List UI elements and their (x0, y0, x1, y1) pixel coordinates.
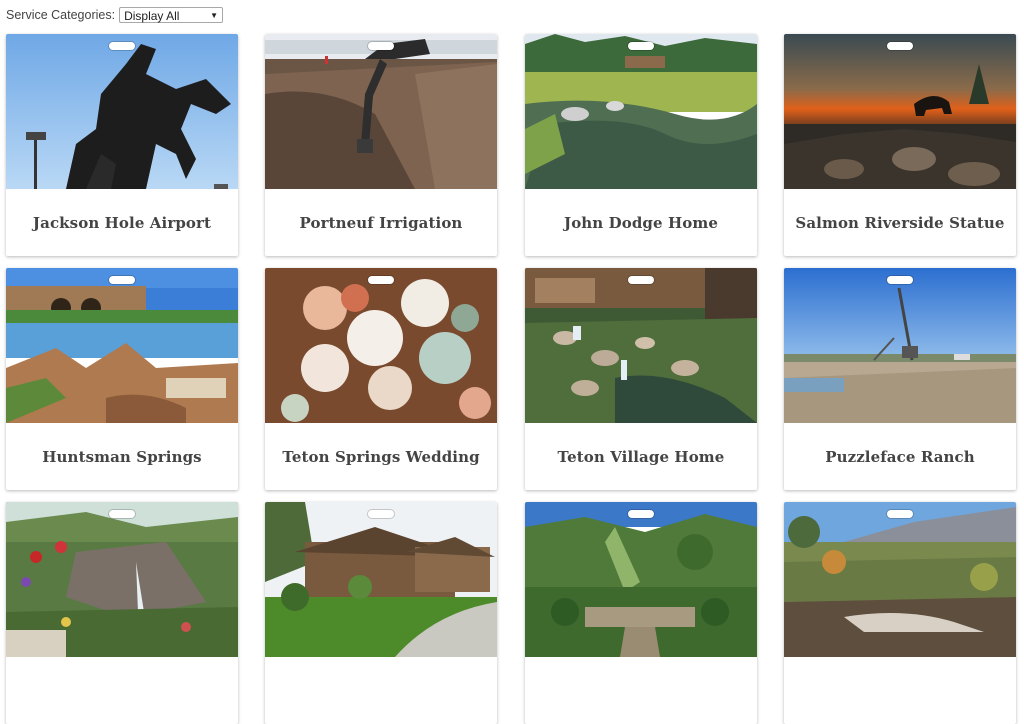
project-title (265, 657, 497, 724)
project-photo (525, 502, 757, 657)
filter-label: Service Categories: (6, 8, 116, 22)
card-tab-notch (109, 42, 135, 50)
card-tab-notch (887, 510, 913, 518)
dropdown-arrow-icon: ▼ (210, 11, 219, 20)
card-tab-notch (109, 276, 135, 284)
project-card[interactable]: Portneuf Irrigation (265, 34, 497, 256)
project-photo (784, 268, 1016, 423)
card-tab-notch (368, 276, 394, 284)
project-title (784, 657, 1016, 724)
project-photo (525, 34, 757, 189)
project-card[interactable] (784, 502, 1016, 724)
project-photo (265, 34, 497, 189)
project-title: Teton Springs Wedding (282, 447, 480, 466)
project-photo (6, 502, 238, 657)
project-photo (265, 268, 497, 423)
card-tab-notch (887, 276, 913, 284)
project-card[interactable] (6, 502, 238, 724)
category-select[interactable]: Display All ▼ (119, 7, 224, 23)
project-title: Jackson Hole Airport (32, 213, 212, 232)
project-card[interactable]: John Dodge Home (525, 34, 757, 256)
project-card[interactable] (525, 502, 757, 724)
project-card[interactable]: Huntsman Springs (6, 268, 238, 490)
project-card[interactable]: Jackson Hole Airport (6, 34, 238, 256)
project-card[interactable]: Teton Village Home (525, 268, 757, 490)
project-card[interactable]: Puzzleface Ranch (784, 268, 1016, 490)
project-title: Salmon Riverside Statue (795, 213, 1005, 232)
card-tab-notch (109, 510, 135, 518)
project-title (6, 657, 238, 724)
card-tab-notch (628, 276, 654, 284)
project-card[interactable]: Salmon Riverside Statue (784, 34, 1016, 256)
project-title: Teton Village Home (557, 447, 725, 466)
service-category-filter: Service Categories: Display All ▼ (6, 6, 224, 24)
project-title: Huntsman Springs (42, 447, 202, 466)
project-title: Puzzleface Ranch (825, 447, 975, 466)
project-photo (525, 268, 757, 423)
card-tab-notch (368, 42, 394, 50)
project-photo (265, 502, 497, 657)
card-tab-notch (628, 510, 654, 518)
project-photo (6, 34, 238, 189)
project-title: Portneuf Irrigation (299, 213, 463, 232)
card-tab-notch (887, 42, 913, 50)
project-title (525, 657, 757, 724)
project-card[interactable] (265, 502, 497, 724)
project-photo (784, 502, 1016, 657)
project-photo (784, 34, 1016, 189)
category-select-value: Display All (124, 9, 180, 23)
project-card[interactable]: Teton Springs Wedding (265, 268, 497, 490)
project-title: John Dodge Home (564, 213, 718, 232)
card-tab-notch (368, 510, 394, 518)
card-tab-notch (628, 42, 654, 50)
project-photo (6, 268, 238, 423)
